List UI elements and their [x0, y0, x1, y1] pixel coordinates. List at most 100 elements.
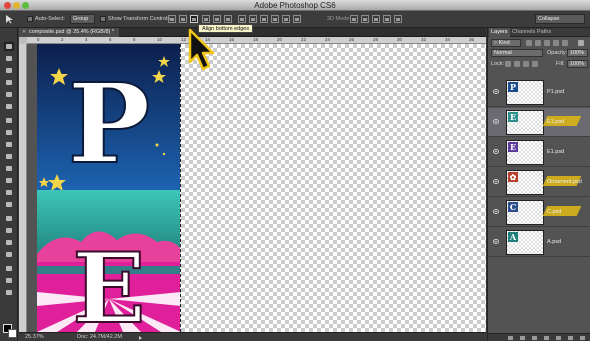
show-transform-checkbox[interactable]	[100, 16, 106, 22]
layer-thumbnail[interactable]: A	[506, 230, 544, 255]
distribute-top-button[interactable]	[238, 15, 246, 23]
distribute-hcenter-button[interactable]	[282, 15, 290, 23]
layer-thumbnail[interactable]: E	[506, 110, 544, 135]
filter-shape-icon[interactable]	[553, 40, 559, 46]
lock-transparency-icon[interactable]	[505, 61, 511, 67]
tab-layers[interactable]: Layers	[489, 28, 510, 37]
clone-stamp-tool-button[interactable]	[4, 140, 14, 149]
layer-thumbnail[interactable]: ✿	[506, 170, 544, 195]
layer-row[interactable]: E E1.psd	[488, 138, 590, 167]
filter-kind-dropdown[interactable]: ⌕ Kind	[491, 39, 521, 47]
vertical-ruler[interactable]	[19, 44, 27, 332]
layer-thumbnail[interactable]: C	[506, 200, 544, 225]
new-layer-icon[interactable]	[568, 336, 573, 340]
gradient-tool-button[interactable]	[4, 176, 14, 185]
filter-adjustment-icon[interactable]	[535, 40, 541, 46]
filter-smart-object-icon[interactable]	[562, 40, 568, 46]
new-group-icon[interactable]	[556, 336, 561, 340]
tab-paths[interactable]: Paths	[535, 28, 553, 37]
align-vertical-centers-button[interactable]	[179, 15, 187, 23]
align-right-edges-button[interactable]	[224, 15, 232, 23]
3d-pan-button[interactable]	[372, 15, 380, 23]
tab-channels[interactable]: Channels	[510, 28, 537, 37]
visibility-eye-icon[interactable]	[493, 209, 499, 214]
layer-row[interactable]: C C.psd	[488, 198, 590, 227]
crop-tool-button[interactable]	[4, 90, 14, 99]
link-layers-icon[interactable]	[508, 336, 513, 340]
layer-style-icon[interactable]	[520, 336, 525, 340]
document-tab[interactable]: ✕ composite.psd @ 25.4% (RGB/8) *	[19, 28, 120, 37]
filter-toggle-icon[interactable]	[578, 40, 584, 46]
quick-select-tool-button[interactable]	[4, 78, 14, 87]
auto-select-checkbox[interactable]	[27, 16, 33, 22]
close-tab-icon[interactable]: ✕	[22, 30, 26, 35]
distribute-bottom-button[interactable]	[260, 15, 268, 23]
align-bottom-edges-button[interactable]	[190, 15, 198, 23]
align-top-edges-button[interactable]	[168, 15, 176, 23]
layer-name[interactable]: E1.psd	[547, 148, 564, 156]
layer-thumbnail[interactable]: E	[506, 140, 544, 165]
layer-name[interactable]: C.psd	[547, 208, 561, 216]
visibility-eye-icon[interactable]	[493, 149, 499, 154]
blur-tool-button[interactable]	[4, 188, 14, 197]
layer-name[interactable]: E1.psd	[547, 118, 564, 126]
marquee-tool-button[interactable]	[4, 54, 14, 63]
visibility-eye-icon[interactable]	[493, 89, 499, 94]
layer-row[interactable]: E E1.psd	[488, 108, 590, 137]
document-size[interactable]: Doc: 24.7M/42.2M	[77, 334, 122, 341]
visibility-eye-icon[interactable]	[493, 239, 499, 244]
3d-roll-button[interactable]	[361, 15, 369, 23]
workspace-dropdown[interactable]: Collapse	[535, 14, 585, 24]
horizontal-ruler[interactable]: 0 2 4 6 8 10 12 14 16 18 20 22 24 26 28 30 32 34 36	[27, 37, 486, 44]
visibility-eye-icon[interactable]	[493, 179, 499, 184]
layer-row[interactable]: P P1.psd	[488, 78, 590, 107]
layer-name[interactable]: P1.psd	[547, 88, 564, 96]
eraser-tool-button[interactable]	[4, 164, 14, 173]
zoom-tool-button[interactable]	[4, 276, 14, 285]
layer-name[interactable]: A.psd	[547, 238, 561, 246]
opacity-field[interactable]: 100%	[567, 49, 588, 57]
distribute-vcenter-button[interactable]	[249, 15, 257, 23]
lasso-tool-button[interactable]	[4, 66, 14, 75]
3d-slide-button[interactable]	[383, 15, 391, 23]
type-tool-button[interactable]	[4, 226, 14, 235]
healing-brush-tool-button[interactable]	[4, 116, 14, 125]
auto-select-dropdown[interactable]: Group	[70, 14, 95, 24]
layer-name[interactable]: Ornament.psd	[547, 178, 582, 186]
layer-mask-icon[interactable]	[532, 336, 537, 340]
adjustment-layer-icon[interactable]	[544, 336, 549, 340]
blend-mode-dropdown[interactable]: Normal	[491, 49, 543, 57]
eyedropper-tool-button[interactable]	[4, 102, 14, 111]
lock-all-icon[interactable]	[532, 61, 538, 67]
dodge-tool-button[interactable]	[4, 200, 14, 209]
shape-tool-button[interactable]	[4, 250, 14, 259]
align-horizontal-centers-button[interactable]	[213, 15, 221, 23]
status-menu-icon[interactable]	[139, 336, 142, 340]
filter-pixel-icon[interactable]	[526, 40, 532, 46]
pen-tool-button[interactable]	[4, 214, 14, 223]
distribute-left-button[interactable]	[271, 15, 279, 23]
visibility-eye-icon[interactable]	[493, 119, 499, 124]
3d-rotate-button[interactable]	[350, 15, 358, 23]
delete-layer-icon[interactable]	[580, 336, 585, 340]
hand-tool-button[interactable]	[4, 264, 14, 273]
background-color-swatch[interactable]	[8, 329, 17, 338]
extras-tool-button[interactable]	[4, 288, 14, 297]
ruler-origin[interactable]	[19, 37, 27, 44]
lock-pixels-icon[interactable]	[514, 61, 520, 67]
move-tool-button[interactable]	[4, 42, 14, 51]
distribute-right-button[interactable]	[293, 15, 301, 23]
history-brush-tool-button[interactable]	[4, 152, 14, 161]
artwork-column[interactable]: P E	[37, 44, 181, 332]
move-tool-icon[interactable]	[5, 14, 15, 24]
filter-type-icon[interactable]	[544, 40, 550, 46]
layer-row[interactable]: ✿ Ornament.psd	[488, 168, 590, 197]
layer-row[interactable]: A A.psd	[488, 228, 590, 257]
zoom-level[interactable]: 25.37%	[25, 334, 44, 341]
brush-tool-button[interactable]	[4, 128, 14, 137]
lock-position-icon[interactable]	[523, 61, 529, 67]
fill-field[interactable]: 100%	[567, 60, 588, 68]
layer-thumbnail[interactable]: P	[506, 80, 544, 105]
align-left-edges-button[interactable]	[202, 15, 210, 23]
3d-scale-button[interactable]	[394, 15, 402, 23]
